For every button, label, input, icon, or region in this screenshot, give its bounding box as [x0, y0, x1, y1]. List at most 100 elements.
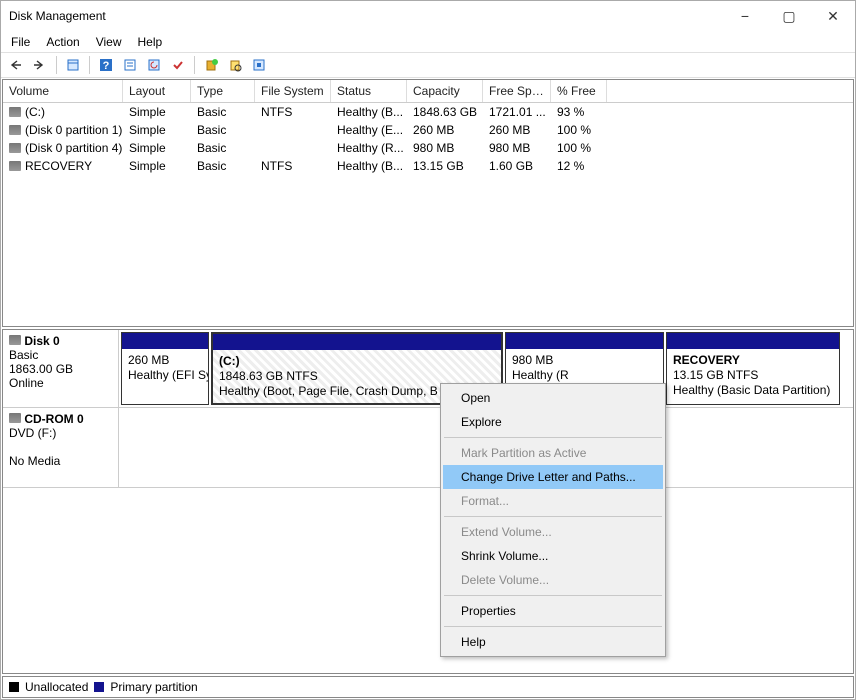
cell-fs: NTFS	[255, 158, 331, 174]
menu-view[interactable]: View	[88, 33, 130, 51]
disk-row: Disk 0Basic1863.00 GBOnline260 MBHealthy…	[3, 330, 853, 408]
search-button[interactable]	[224, 54, 246, 76]
disk-row: CD-ROM 0DVD (F:)No Media	[3, 408, 853, 488]
cell-vol: (Disk 0 partition 4)	[3, 140, 123, 156]
partition[interactable]: 260 MBHealthy (EFI System	[121, 332, 209, 405]
list-icon	[123, 58, 137, 72]
cell-pct: 100 %	[551, 140, 607, 156]
new-icon	[204, 58, 218, 72]
context-menu-item[interactable]: Change Drive Letter and Paths...	[443, 465, 663, 489]
menu-separator	[444, 626, 662, 627]
cell-type: Basic	[191, 104, 255, 120]
partition-color-bar	[122, 333, 208, 349]
fwd-icon	[33, 59, 47, 71]
volume-list[interactable]: Volume Layout Type File System Status Ca…	[2, 79, 854, 327]
cell-layout: Simple	[123, 104, 191, 120]
context-menu-item[interactable]: Open	[443, 386, 663, 410]
disk-name: CD-ROM 0	[24, 412, 83, 426]
cell-layout: Simple	[123, 140, 191, 156]
col-status[interactable]: Status	[331, 80, 407, 102]
help-button[interactable]: ?	[95, 54, 117, 76]
context-menu-item: Delete Volume...	[443, 568, 663, 592]
disk-status: Online	[9, 376, 44, 390]
cell-status: Healthy (R...	[331, 140, 407, 156]
partition[interactable]: RECOVERY13.15 GB NTFSHealthy (Basic Data…	[666, 332, 840, 405]
cell-fs	[255, 140, 331, 156]
volume-icon	[9, 125, 21, 135]
context-menu: OpenExploreMark Partition as ActiveChang…	[440, 383, 666, 657]
partition-color-bar	[667, 333, 839, 349]
col-pctfree[interactable]: % Free	[551, 80, 607, 102]
graphical-view: Disk 0Basic1863.00 GBOnline260 MBHealthy…	[2, 329, 854, 674]
disk-header[interactable]: Disk 0Basic1863.00 GBOnline	[3, 330, 119, 407]
disk-type: DVD (F:)	[9, 426, 56, 440]
table-row[interactable]: (Disk 0 partition 4)SimpleBasic Healthy (…	[3, 139, 853, 157]
table-row[interactable]: (Disk 0 partition 1)SimpleBasicHealthy (…	[3, 121, 853, 139]
cell-pct: 93 %	[551, 104, 607, 120]
disk-header[interactable]: CD-ROM 0DVD (F:)No Media	[3, 408, 119, 487]
menu-separator	[444, 437, 662, 438]
context-menu-item: Extend Volume...	[443, 520, 663, 544]
partition-info: 260 MBHealthy (EFI System	[122, 349, 208, 404]
col-type[interactable]: Type	[191, 80, 255, 102]
menu-help[interactable]: Help	[130, 33, 171, 51]
cell-cap: 1848.63 GB	[407, 104, 483, 120]
forward-button[interactable]	[29, 54, 51, 76]
cell-status: Healthy (B...	[331, 104, 407, 120]
volume-icon	[9, 143, 21, 153]
disk-size: 1863.00 GB	[9, 362, 73, 376]
refresh-button[interactable]	[143, 54, 165, 76]
menu-action[interactable]: Action	[38, 33, 87, 51]
legend-swatch-primary	[94, 682, 104, 692]
help-icon: ?	[99, 58, 113, 72]
context-menu-item[interactable]: Shrink Volume...	[443, 544, 663, 568]
cell-layout: Simple	[123, 122, 191, 138]
props-icon	[66, 58, 80, 72]
context-menu-item[interactable]: Properties	[443, 599, 663, 623]
close-button[interactable]: ✕	[811, 1, 855, 31]
col-capacity[interactable]: Capacity	[407, 80, 483, 102]
maximize-button[interactable]: ▢	[767, 1, 811, 31]
column-headers: Volume Layout Type File System Status Ca…	[3, 80, 853, 103]
legend-primary: Primary partition	[110, 680, 197, 694]
check-button[interactable]	[167, 54, 189, 76]
search-icon	[228, 58, 242, 72]
menu-file[interactable]: File	[3, 33, 38, 51]
cell-free: 980 MB	[483, 140, 551, 156]
properties-button[interactable]	[62, 54, 84, 76]
context-menu-item[interactable]: Help	[443, 630, 663, 654]
legend: Unallocated Primary partition	[2, 676, 854, 698]
refresh-icon	[147, 58, 161, 72]
cell-vol: (C:)	[3, 104, 123, 120]
col-volume[interactable]: Volume	[3, 80, 123, 102]
col-freespace[interactable]: Free Spa...	[483, 80, 551, 102]
new-button[interactable]	[200, 54, 222, 76]
menubar: File Action View Help	[1, 31, 855, 52]
back-button[interactable]	[5, 54, 27, 76]
context-menu-item[interactable]: Explore	[443, 410, 663, 434]
minimize-button[interactable]: −	[723, 1, 767, 31]
options-button[interactable]	[248, 54, 270, 76]
window-title: Disk Management	[9, 9, 723, 23]
legend-unallocated: Unallocated	[25, 680, 88, 694]
cell-fs	[255, 122, 331, 138]
table-row[interactable]: (C:)SimpleBasicNTFSHealthy (B...1848.63 …	[3, 103, 853, 121]
cell-status: Healthy (B...	[331, 158, 407, 174]
legend-swatch-unallocated	[9, 682, 19, 692]
cell-fs: NTFS	[255, 104, 331, 120]
col-filesystem[interactable]: File System	[255, 80, 331, 102]
cell-cap: 13.15 GB	[407, 158, 483, 174]
cell-free: 1721.01 ...	[483, 104, 551, 120]
disk-icon	[9, 335, 21, 345]
table-row[interactable]: RECOVERYSimpleBasicNTFSHealthy (B...13.1…	[3, 157, 853, 175]
cell-vol: RECOVERY	[3, 158, 123, 174]
cell-free: 1.60 GB	[483, 158, 551, 174]
cell-type: Basic	[191, 158, 255, 174]
volume-icon	[9, 161, 21, 171]
cell-cap: 980 MB	[407, 140, 483, 156]
list-button[interactable]	[119, 54, 141, 76]
col-layout[interactable]: Layout	[123, 80, 191, 102]
cell-status: Healthy (E...	[331, 122, 407, 138]
opts-icon	[252, 58, 266, 72]
cell-type: Basic	[191, 140, 255, 156]
